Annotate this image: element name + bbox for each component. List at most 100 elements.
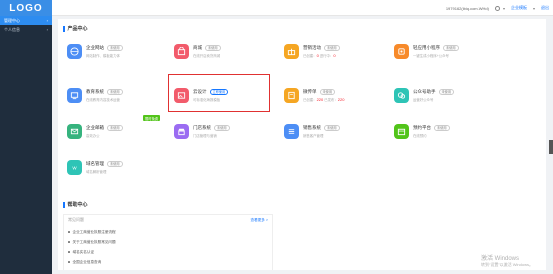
chevron-down-icon: ▾ (532, 5, 535, 11)
store-icon (174, 123, 189, 139)
product-card[interactable]: 教育系统 未使用 在线教育内容技术运营 (63, 81, 163, 109)
help-item[interactable]: 域名实名认证 (68, 247, 268, 257)
card-desc: 网站制作、模板能力体 (86, 53, 120, 58)
windows-watermark: 激活 Windows 转到“设置”以激活 Windows。 (481, 253, 533, 268)
card-title-row: 微传单 未使用 (303, 88, 344, 95)
status-badge[interactable]: 未使用 (324, 124, 340, 131)
flyer-icon (284, 87, 299, 103)
card-text: 销售系统 未使用 销售客户管理 (303, 124, 340, 138)
card-title: 微传单 (303, 88, 317, 94)
card-text: 预约平台 未使用 在线预约 (413, 124, 450, 138)
card-title: 教育系统 (86, 88, 104, 94)
faq-title: 常见问题 (68, 217, 84, 222)
help-item-label: 域名实名认证 (72, 249, 95, 254)
section-title-text: 帮助中心 (67, 202, 88, 208)
view-more-link[interactable]: 查看更多 > (251, 218, 268, 223)
product-card[interactable]: 微传单 未使用 已创建：220 已发布：220 (280, 81, 380, 109)
card-title: 轻应用小程序 (413, 44, 440, 50)
status-badge[interactable]: 未使用 (107, 160, 123, 167)
svg-text:W: W (72, 165, 77, 170)
count-value: 220 (337, 96, 345, 102)
card-text: 企业网站 未使用网站制作、模板能力体 (86, 44, 123, 58)
domain-icon: W (67, 159, 82, 175)
sidebar-item-management[interactable]: 管理中心 › (0, 16, 52, 25)
card-desc: 已创建：220 已发布：220 (303, 96, 345, 102)
chevron-down-icon[interactable]: ▾ (503, 6, 505, 11)
count-value: 220 (316, 96, 324, 102)
status-badge[interactable]: 未使用 (434, 124, 450, 131)
sidebar-item-label: 管理中心 (4, 17, 20, 23)
status-badge[interactable]: 未使用 (107, 88, 123, 95)
card-title-row: 门店系统 未使用 (193, 124, 230, 131)
status-badge[interactable]: 未使用 (324, 44, 340, 51)
logo[interactable]: LOGO (0, 0, 52, 16)
top-icons: ▾ (494, 5, 505, 11)
status-badge[interactable]: 未使用 (214, 124, 230, 131)
product-card[interactable]: W 域名管理 未使用 域名解析管理 (63, 153, 163, 181)
card-text: 公众号助手 未使用 运营好公众号 (413, 88, 455, 102)
card-text: 企业邮箱 未使用 高效办公 (86, 124, 123, 138)
sidebar-item-label: 个人信息 (4, 26, 20, 32)
product-center-title: 产品中心 (63, 25, 88, 32)
enterprise-template-link[interactable]: 企业模板 (511, 5, 527, 11)
shop-icon (174, 43, 189, 59)
miniapp-icon (394, 43, 409, 59)
status-badge[interactable]: 未使用 (107, 124, 123, 131)
count-value: 0 (333, 52, 336, 58)
top-right-area: 1979162(ibiq.com.WHd) ▾ 企业模板 ▾ 退出 (446, 0, 549, 16)
help-item[interactable]: 企业工商营业执照注册流程 (68, 227, 268, 237)
product-card[interactable]: 轻应用小程序 未使用 一键生成小程序+公众号 (390, 37, 490, 65)
card-title-row: 企业邮箱 未使用 (86, 124, 123, 131)
card-text: 轻应用小程序 未使用 一键生成小程序+公众号 (413, 44, 459, 58)
card-title: 门店系统 (193, 124, 211, 130)
card-title-row: 域名管理 未使用 (86, 160, 123, 167)
logout-link[interactable]: 退出 (541, 5, 549, 11)
scrollbar[interactable] (549, 140, 553, 154)
card-desc: 在线预约 (413, 133, 427, 138)
status-badge[interactable]: 未使用 (205, 44, 221, 51)
status-badge[interactable]: 未使用 (443, 44, 459, 51)
card-text: 商城 未使用 在线开店卖货商城 (193, 44, 221, 58)
settings-icon[interactable] (494, 5, 500, 11)
card-title: 预约平台 (413, 124, 431, 130)
help-list: 企业工商营业执照注册流程 关于工商营业执照常见问题 域名实名认证 全国企业信息查… (64, 225, 272, 269)
status-badge[interactable]: 未使用 (319, 88, 336, 95)
card-title-row: 轻应用小程序 未使用 (413, 44, 459, 51)
card-title-row: 教育系统 未使用 (86, 88, 123, 95)
help-item-label: 全国企业信息查询 (72, 259, 102, 264)
help-center-title: 帮助中心 (63, 201, 88, 208)
free-ribbon: 限时免费 (143, 115, 161, 121)
globe-icon (67, 43, 82, 59)
help-item-label: 关于工商营业执照常见问题 (72, 239, 116, 244)
status-badge[interactable]: 未使用 (438, 88, 455, 95)
card-text: 微传单 未使用 已创建：220 已发布：220 (303, 88, 345, 102)
sidebar: 管理中心 › 个人信息 › (0, 16, 52, 274)
selection-highlight (168, 74, 270, 112)
product-card[interactable]: 企业邮箱 未使用 高效办公 (63, 117, 163, 145)
card-title: 销售系统 (303, 124, 321, 130)
product-card[interactable]: 商城 未使用 在线开店卖货商城 (170, 37, 270, 65)
card-title: 企业网站 (86, 44, 104, 50)
product-card[interactable]: 预约平台 未使用 在线预约 (390, 117, 490, 145)
card-desc: 域名解析管理 (86, 169, 107, 174)
card-title-row: 公众号助手 未使用 (413, 88, 455, 95)
user-id[interactable]: 1979162(ibiq.com.WHd) (446, 6, 489, 11)
product-card[interactable]: 门店系统 未使用 门店管理与营销 (170, 117, 270, 145)
help-item[interactable]: 关于工商营业执照常见问题 (68, 237, 268, 247)
card-title-row: 商城 未使用 (193, 44, 221, 51)
calendar-icon (394, 123, 409, 139)
product-card[interactable]: 公众号助手 未使用 运营好公众号 (390, 81, 490, 109)
main-panel: 产品中心 企业网站 未使用 网站制作、模板能力体 商城 未使用 在线开店卖货商城 营销活动未… (58, 19, 546, 270)
product-card[interactable]: 销售系统 未使用 销售客户管理 (280, 117, 380, 145)
sidebar-item-profile[interactable]: 个人信息 › (0, 25, 52, 34)
card-title: 营销活动 (303, 44, 321, 50)
card-title-row: 营销活动 未使用 (303, 44, 340, 51)
card-title-row: 预约平台 未使用 (413, 124, 450, 131)
status-badge[interactable]: 未使用 (107, 44, 123, 51)
card-text: 教育系统 未使用 在线教育内容技术运营 (86, 88, 123, 102)
product-card[interactable]: 企业网站 未使用网站制作、模板能力体 (63, 37, 163, 65)
product-card[interactable]: 营销活动 未使用 已创建：0 进行中：0 (280, 37, 380, 65)
help-item[interactable]: 全国企业信息查询 (68, 257, 268, 267)
chevron-right-icon: › (46, 27, 48, 32)
wechat-icon (394, 87, 409, 103)
